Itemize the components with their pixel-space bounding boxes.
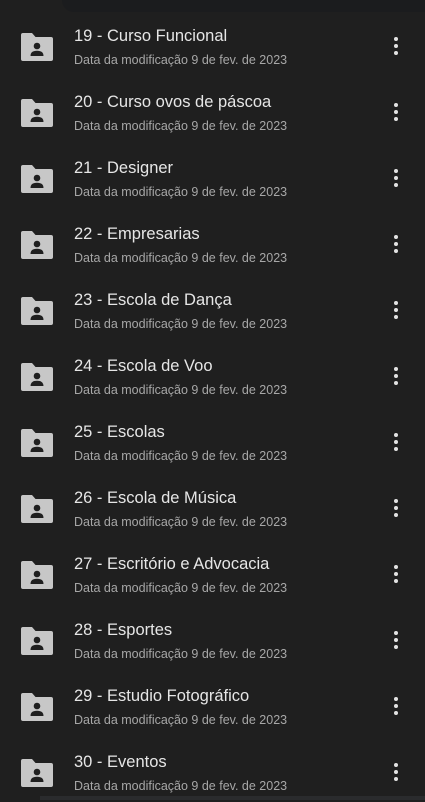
file-row[interactable]: 27 - Escritório e Advocacia Data da modi…: [0, 538, 425, 604]
shared-folder-icon: [19, 494, 55, 524]
file-name: 20 - Curso ovos de páscoa: [74, 93, 271, 112]
file-name: 25 - Escolas: [74, 423, 165, 442]
shared-folder-icon: [19, 98, 55, 128]
file-name: 29 - Estudio Fotográfico: [74, 687, 249, 706]
file-row[interactable]: 20 - Curso ovos de páscoa Data da modifi…: [0, 76, 425, 142]
file-row[interactable]: 22 - Empresarias Data da modificação 9 d…: [0, 208, 425, 274]
more-options-icon[interactable]: [382, 758, 410, 786]
shared-folder-icon: [19, 758, 55, 788]
file-modified-date: Data da modificação 9 de fev. de 2023: [74, 713, 287, 727]
file-modified-date: Data da modificação 9 de fev. de 2023: [74, 53, 287, 67]
file-name: 24 - Escola de Voo: [74, 357, 213, 376]
file-modified-date: Data da modificação 9 de fev. de 2023: [74, 251, 287, 265]
more-options-icon[interactable]: [382, 164, 410, 192]
shared-folder-icon: [19, 428, 55, 458]
file-name: 27 - Escritório e Advocacia: [74, 555, 269, 574]
file-name: 28 - Esportes: [74, 621, 172, 640]
file-modified-date: Data da modificação 9 de fev. de 2023: [74, 647, 287, 661]
more-options-icon[interactable]: [382, 230, 410, 258]
bottom-bar-edge: [40, 796, 425, 800]
file-name: 21 - Designer: [74, 159, 173, 178]
more-options-icon[interactable]: [382, 428, 410, 456]
shared-folder-icon: [19, 296, 55, 326]
shared-folder-icon: [19, 692, 55, 722]
file-name: 19 - Curso Funcional: [74, 27, 227, 46]
file-row[interactable]: 19 - Curso Funcional Data da modificação…: [0, 10, 425, 76]
file-name: 22 - Empresarias: [74, 225, 200, 244]
more-options-icon[interactable]: [382, 494, 410, 522]
shared-folder-icon: [19, 560, 55, 590]
file-row[interactable]: 23 - Escola de Dança Data da modificação…: [0, 274, 425, 340]
file-row[interactable]: 25 - Escolas Data da modificação 9 de fe…: [0, 406, 425, 472]
more-options-icon[interactable]: [382, 296, 410, 324]
file-list: 19 - Curso Funcional Data da modificação…: [0, 10, 425, 802]
shared-folder-icon: [19, 32, 55, 62]
file-row[interactable]: 30 - Eventos Data da modificação 9 de fe…: [0, 736, 425, 802]
file-modified-date: Data da modificação 9 de fev. de 2023: [74, 119, 287, 133]
file-row[interactable]: 26 - Escola de Música Data da modificaçã…: [0, 472, 425, 538]
file-modified-date: Data da modificação 9 de fev. de 2023: [74, 581, 287, 595]
more-options-icon[interactable]: [382, 98, 410, 126]
file-modified-date: Data da modificação 9 de fev. de 2023: [74, 449, 287, 463]
shared-folder-icon: [19, 164, 55, 194]
more-options-icon[interactable]: [382, 362, 410, 390]
file-modified-date: Data da modificação 9 de fev. de 2023: [74, 779, 287, 793]
file-name: 23 - Escola de Dança: [74, 291, 232, 310]
file-row[interactable]: 24 - Escola de Voo Data da modificação 9…: [0, 340, 425, 406]
file-modified-date: Data da modificação 9 de fev. de 2023: [74, 317, 287, 331]
file-modified-date: Data da modificação 9 de fev. de 2023: [74, 515, 287, 529]
file-row[interactable]: 28 - Esportes Data da modificação 9 de f…: [0, 604, 425, 670]
more-options-icon[interactable]: [382, 560, 410, 588]
more-options-icon[interactable]: [382, 32, 410, 60]
shared-folder-icon: [19, 230, 55, 260]
more-options-icon[interactable]: [382, 692, 410, 720]
shared-folder-icon: [19, 626, 55, 656]
file-name: 26 - Escola de Música: [74, 489, 236, 508]
shared-folder-icon: [19, 362, 55, 392]
file-row[interactable]: 29 - Estudio Fotográfico Data da modific…: [0, 670, 425, 736]
file-row[interactable]: 21 - Designer Data da modificação 9 de f…: [0, 142, 425, 208]
file-name: 30 - Eventos: [74, 753, 167, 772]
file-modified-date: Data da modificação 9 de fev. de 2023: [74, 185, 287, 199]
more-options-icon[interactable]: [382, 626, 410, 654]
file-modified-date: Data da modificação 9 de fev. de 2023: [74, 383, 287, 397]
